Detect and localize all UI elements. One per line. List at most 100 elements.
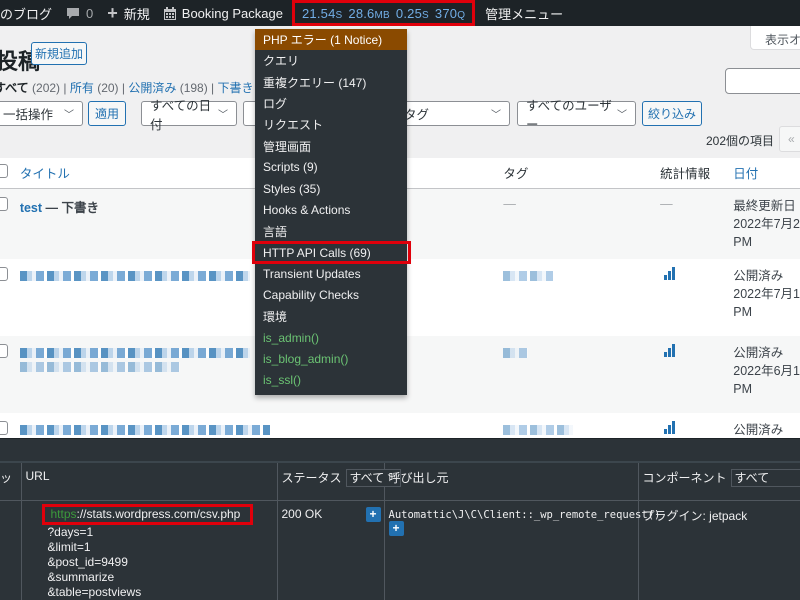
column-title[interactable]: タイトル [19,158,254,189]
post-state: — 下書き [42,200,99,215]
view-all[interactable]: すべて [0,81,29,95]
table-row: https://stats.wordpress.com/csv.php ?day… [0,500,800,600]
post-date: 最終更新日 2022年7月2 PM [733,188,800,259]
request-caller: Automattic\J\C\Client::_wp_remote_reques… [384,500,660,600]
qm-db-time: 0.25S [395,5,429,21]
stats-bar-icon[interactable] [664,344,676,357]
status-label: ステータス [281,471,342,485]
column-stats: 統計情報 [660,158,734,189]
view-mine[interactable]: 所有 [70,81,94,95]
expand-plus-icon[interactable]: + [365,506,381,522]
qm-menu-environment[interactable]: 環境 [255,306,407,327]
request-component: プラグイン: jetpack [642,508,748,523]
post-status-views: すべて (202) | 所有 (20) | 公開済み (198) | 下書き (… [0,79,272,96]
request-url: https://stats.wordpress.com/csv.php ?day… [21,500,278,600]
qm-menu-php-errors[interactable]: PHP エラー (1 Notice) [255,29,407,51]
request-url-highlighted: https://stats.wordpress.com/csv.php [41,503,254,525]
chevron-down-icon: ﹀ [218,110,228,121]
table-row: 公開済み [0,413,800,438]
column-tags: タグ [503,158,661,189]
qm-queries: 370Q [434,5,466,21]
tag-filter-value: タグ [404,108,430,122]
comment-icon [66,7,80,20]
view-published[interactable]: 公開済み [128,81,176,95]
filter-button[interactable]: 絞り込み [642,101,702,126]
post-title-link[interactable]: test [20,201,42,215]
qm-memory: 28.6MB [348,5,390,21]
column-caller: 呼び出し元 [384,463,639,501]
search-posts-input[interactable] [725,68,800,94]
qm-menu-logs[interactable]: ログ [255,93,407,114]
select-all-checkbox[interactable] [0,164,8,179]
qm-menu-queries[interactable]: クエリ [255,50,407,71]
comments-count: 0 [86,5,94,21]
admin-menu-link[interactable]: 管理メニュー [475,0,570,26]
view-drafts[interactable]: 下書き [218,81,254,95]
column-status: ステータス すべて ﹀ [277,463,401,501]
new-label: 新規 [123,6,150,22]
blurred-post-title[interactable] [19,425,270,435]
column-method: ッ [0,463,22,501]
user-filter-select[interactable]: すべてのユーザー ﹀ [517,99,636,132]
query-monitor-stats[interactable]: 21.54S 28.6MB 0.25S 370Q [291,0,476,26]
request-status: 200 OK + [277,500,385,600]
column-url: URL [21,463,278,501]
booking-package-link[interactable]: Booking Package [157,0,290,26]
blurred-post-tags [503,348,529,358]
component-filter-select[interactable]: すべて [730,469,800,487]
qm-menu-is-blog-admin[interactable]: is_blog_admin() [255,348,407,369]
expand-plus-icon[interactable]: + [388,520,404,536]
items-count: 202個の項目 [706,134,775,148]
qm-menu-duplicate-queries[interactable]: 重複クエリー (147) [255,72,407,93]
plus-icon: + [107,2,118,23]
row-checkbox[interactable] [0,196,8,211]
admin-menu-label: 管理メニュー [485,6,564,22]
new-content-link[interactable]: + 新規 [100,0,157,26]
column-date[interactable]: 日付 [733,158,800,189]
qm-menu-is-ssl[interactable]: is_ssl() [255,370,407,391]
row-checkbox[interactable] [0,267,8,281]
qm-menu-http-api-calls[interactable]: HTTP API Calls (69) [252,240,411,265]
post-date: 公開済み 2022年6月1 PM [733,336,800,413]
date-filter-select[interactable]: すべての日付 ﹀ [141,99,237,132]
qm-menu-languages[interactable]: 言語 [255,221,407,242]
calendar-icon [163,6,176,20]
stats-bar-icon[interactable] [664,267,676,280]
qm-menu-request[interactable]: リクエスト [255,114,407,135]
qm-menu-is-admin[interactable]: is_admin() [255,327,407,348]
chevron-down-icon: ﹀ [64,110,74,121]
blurred-post-title-line2 [19,362,180,372]
qm-menu-hooks[interactable]: Hooks & Actions [255,199,407,220]
blurred-post-title[interactable] [19,348,250,358]
site-name: のブログ [0,6,53,22]
add-new-post-button[interactable]: 新規追加 [31,42,87,65]
admin-bar: のブログ 0 + 新規 Booking Package 21.54S 28.6M… [0,0,800,26]
qm-menu-styles[interactable]: Styles (35) [255,178,407,199]
screen-options-button[interactable]: 表示オプション [750,26,800,50]
stats-bar-icon[interactable] [664,421,676,434]
qm-menu-admin-screen[interactable]: 管理画面 [255,135,407,156]
first-page-button[interactable]: « [779,126,800,152]
date-filter-value: すべての日付 [150,98,212,132]
apply-button[interactable]: 適用 [88,101,126,126]
qm-menu-transient-updates[interactable]: Transient Updates [255,263,407,284]
row-checkbox[interactable] [0,344,8,358]
qm-menu-scripts[interactable]: Scripts (9) [255,157,407,178]
bulk-action-select[interactable]: 一括操作 ﹀ [0,101,83,126]
bulk-action-value: 一括操作 [3,108,54,122]
site-name-link[interactable]: のブログ [0,0,59,26]
table-header: ッ URL ステータス すべて ﹀ 呼び出し元 コンポーネント すべて [0,463,800,501]
qm-menu-capability-checks[interactable]: Capability Checks [255,285,407,306]
post-stats: — [660,188,734,259]
blurred-post-title[interactable] [19,271,250,281]
user-filter-value: すべてのユーザー [526,98,612,132]
tag-filter-select[interactable]: タグ ﹀ [395,101,510,126]
blurred-post-tags [503,271,554,281]
post-date: 公開済み [733,423,784,437]
row-checkbox[interactable] [0,421,8,435]
booking-package-label: Booking Package [181,5,283,21]
post-tags: — [503,188,661,259]
comments-link[interactable]: 0 [59,0,100,26]
chevron-down-icon: ﹀ [491,110,501,121]
post-date: 公開済み 2022年7月1 PM [733,269,800,319]
